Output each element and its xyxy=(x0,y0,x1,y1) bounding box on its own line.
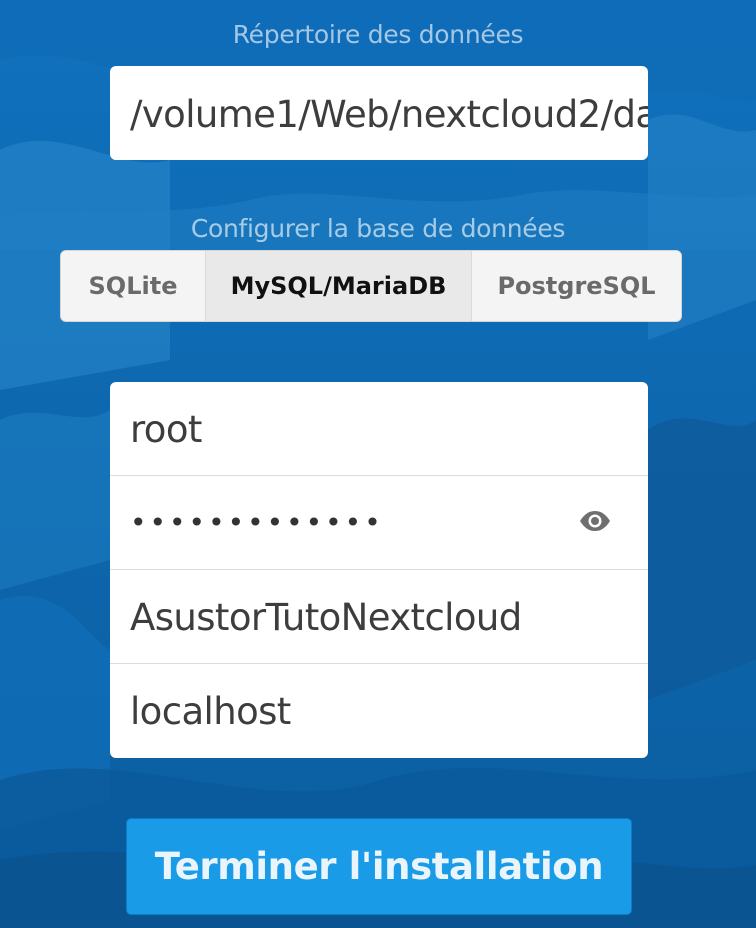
database-name-value: AsustorTutoNextcloud xyxy=(130,596,522,639)
database-password-value: ••••••••••••• xyxy=(130,506,384,539)
data-directory-field[interactable]: /volume1/Web/nextcloud2/data xyxy=(110,66,648,160)
database-host-field[interactable]: localhost xyxy=(110,664,648,758)
eye-icon[interactable] xyxy=(578,508,612,534)
tab-mysql-mariadb[interactable]: MySQL/MariaDB xyxy=(206,251,472,321)
tab-sqlite[interactable]: SQLite xyxy=(61,251,206,321)
tab-postgresql[interactable]: PostgreSQL xyxy=(472,251,681,321)
database-user-field[interactable]: root xyxy=(110,382,648,476)
data-directory-label: Répertoire des données xyxy=(232,20,524,49)
database-type-tabs: SQLite MySQL/MariaDB PostgreSQL xyxy=(60,250,682,322)
database-config-label: Configurer la base de données xyxy=(190,214,566,243)
finish-installation-button[interactable]: Terminer l'installation xyxy=(126,818,632,915)
data-directory-value: /volume1/Web/nextcloud2/data xyxy=(130,93,648,136)
database-host-value: localhost xyxy=(130,690,291,733)
database-name-field[interactable]: AsustorTutoNextcloud xyxy=(110,570,648,664)
database-credentials-group: root ••••••••••••• AsustorTutoNextcloud … xyxy=(110,382,648,758)
database-password-field[interactable]: ••••••••••••• xyxy=(110,476,648,570)
database-user-value: root xyxy=(130,408,202,451)
